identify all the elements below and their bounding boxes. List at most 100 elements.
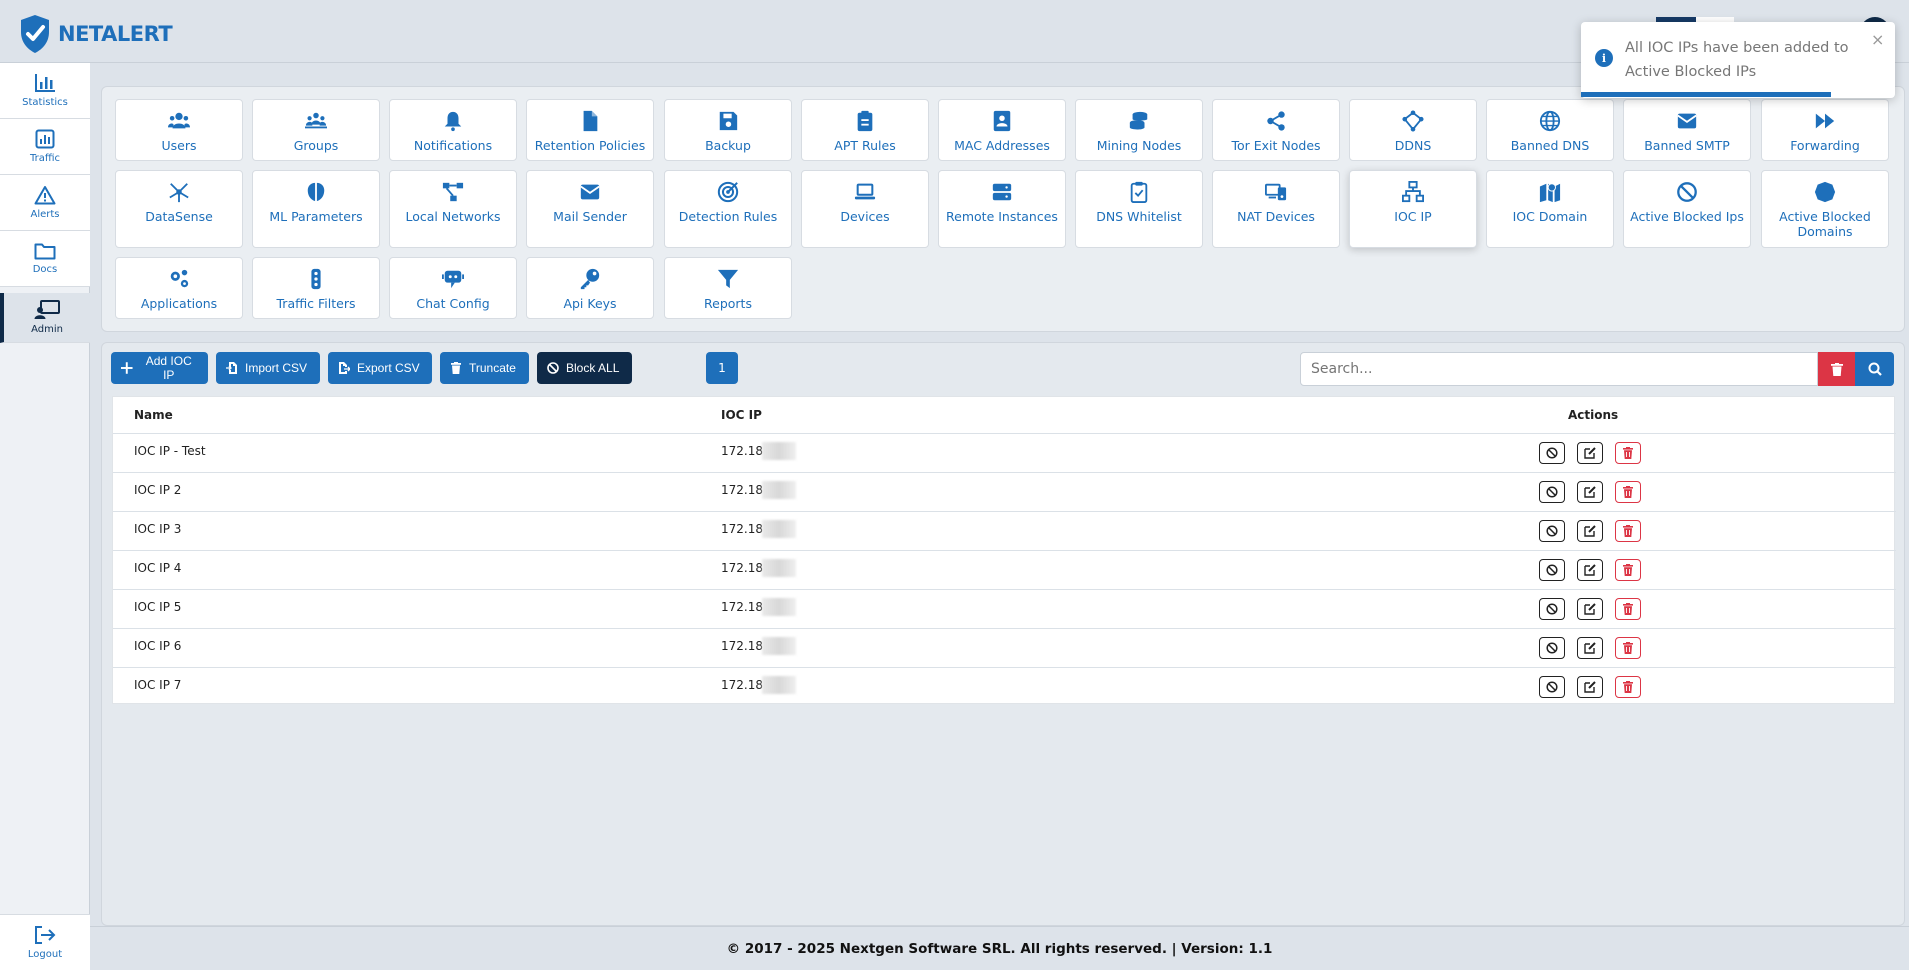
tile-mac-addresses[interactable]: MAC Addresses bbox=[938, 99, 1066, 161]
block-ip-button[interactable] bbox=[1539, 559, 1565, 581]
tile-ddns[interactable]: DDNS bbox=[1349, 99, 1477, 161]
tile-chat-config[interactable]: Chat Config bbox=[389, 257, 517, 319]
tile-label: APT Rules bbox=[834, 138, 896, 153]
info-icon: i bbox=[1595, 49, 1613, 67]
edit-ip-button[interactable] bbox=[1577, 481, 1603, 503]
tile-apt-rules[interactable]: APT Rules bbox=[801, 99, 929, 161]
logout-button[interactable]: Logout bbox=[0, 914, 90, 970]
search-input[interactable] bbox=[1300, 352, 1818, 386]
sidebar-item-admin[interactable]: Admin bbox=[0, 293, 90, 343]
block-ip-button[interactable] bbox=[1539, 520, 1565, 542]
delete-ip-button[interactable] bbox=[1615, 520, 1641, 542]
block-ip-button[interactable] bbox=[1539, 598, 1565, 620]
export-csv-button[interactable]: Export CSV bbox=[328, 352, 432, 384]
network-icon bbox=[1402, 110, 1424, 132]
tile-tor-exit-nodes[interactable]: Tor Exit Nodes bbox=[1212, 99, 1340, 161]
users-icon bbox=[168, 112, 190, 129]
edit-ip-button[interactable] bbox=[1577, 559, 1603, 581]
edit-ip-button[interactable] bbox=[1577, 598, 1603, 620]
table-row: IOC IP 2 172.18 bbox=[113, 472, 1896, 511]
edit-ip-button[interactable] bbox=[1577, 676, 1603, 698]
tile-label: Active Blocked Ips bbox=[1630, 209, 1744, 224]
sidebar-item-traffic[interactable]: Traffic bbox=[0, 119, 90, 175]
tile-backup[interactable]: Backup bbox=[664, 99, 792, 161]
toast-message: All IOC IPs have been added to Active Bl… bbox=[1625, 40, 1849, 80]
tile-api-keys[interactable]: Api Keys bbox=[526, 257, 654, 319]
clear-search-button[interactable] bbox=[1818, 352, 1855, 386]
sidebar-item-statistics[interactable]: Statistics bbox=[0, 63, 90, 119]
tile-retention-policies[interactable]: Retention Policies bbox=[526, 99, 654, 161]
block-ip-button[interactable] bbox=[1539, 442, 1565, 464]
tile-banned-dns[interactable]: Banned DNS bbox=[1486, 99, 1614, 161]
tile-users[interactable]: Users bbox=[115, 99, 243, 161]
delete-ip-button[interactable] bbox=[1615, 676, 1641, 698]
delete-ip-button[interactable] bbox=[1615, 598, 1641, 620]
tile-dns-whitelist[interactable]: DNS Whitelist bbox=[1075, 170, 1203, 248]
trash-icon bbox=[1623, 564, 1633, 576]
table-row: IOC IP 7 172.18 bbox=[113, 667, 1896, 706]
tile-notifications[interactable]: Notifications bbox=[389, 99, 517, 161]
ban-icon bbox=[1546, 642, 1558, 654]
tile-applications[interactable]: Applications bbox=[115, 257, 243, 319]
column-header-ioc-ip[interactable]: IOC IP bbox=[721, 397, 762, 433]
tile-detection-rules[interactable]: Detection Rules bbox=[664, 170, 792, 248]
block-ip-button[interactable] bbox=[1539, 637, 1565, 659]
tile-active-blocked-ips[interactable]: Active Blocked Ips bbox=[1623, 170, 1751, 248]
tile-datasense[interactable]: DataSense bbox=[115, 170, 243, 248]
map-icon bbox=[1539, 183, 1561, 203]
tile-devices[interactable]: Devices bbox=[801, 170, 929, 248]
truncate-button[interactable]: Truncate bbox=[440, 352, 529, 384]
add-ioc-ip-button[interactable]: Add IOC IP bbox=[111, 352, 208, 384]
block-ip-button[interactable] bbox=[1539, 676, 1565, 698]
tile-label: DataSense bbox=[145, 209, 213, 224]
edit-icon bbox=[1584, 525, 1596, 537]
ban-icon bbox=[1546, 681, 1558, 693]
tile-remote-instances[interactable]: Remote Instances bbox=[938, 170, 1066, 248]
sidebar-item-alerts[interactable]: Alerts bbox=[0, 175, 90, 231]
edit-ip-button[interactable] bbox=[1577, 520, 1603, 542]
tile-local-networks[interactable]: Local Networks bbox=[389, 170, 517, 248]
sidebar-item-docs[interactable]: Docs bbox=[0, 231, 90, 287]
tile-ioc-ip[interactable]: IOC IP bbox=[1349, 170, 1477, 248]
tile-mail-sender[interactable]: Mail Sender bbox=[526, 170, 654, 248]
tile-reports[interactable]: Reports bbox=[664, 257, 792, 319]
tile-banned-smtp[interactable]: Banned SMTP bbox=[1623, 99, 1751, 161]
ban-icon bbox=[1546, 603, 1558, 615]
toast-progress-bar bbox=[1581, 92, 1831, 97]
sidebar-item-label: Docs bbox=[32, 264, 58, 275]
tile-groups[interactable]: Groups bbox=[252, 99, 380, 161]
tile-mining-nodes[interactable]: Mining Nodes bbox=[1075, 99, 1203, 161]
tile-nat-devices[interactable]: NAT Devices bbox=[1212, 170, 1340, 248]
table-row: IOC IP 6 172.18 bbox=[113, 628, 1896, 667]
logout-label: Logout bbox=[27, 949, 63, 960]
edit-ip-button[interactable] bbox=[1577, 442, 1603, 464]
delete-ip-button[interactable] bbox=[1615, 442, 1641, 464]
tile-forwarding[interactable]: Forwarding bbox=[1761, 99, 1889, 161]
chat-bot-icon bbox=[442, 270, 464, 289]
block-all-button[interactable]: Block ALL bbox=[537, 352, 632, 384]
cogs-icon bbox=[170, 269, 189, 288]
tile-label: Devices bbox=[840, 209, 890, 224]
table-row: IOC IP 4 172.18 bbox=[113, 550, 1896, 589]
logo[interactable]: NETALERT bbox=[18, 14, 173, 54]
folder-icon bbox=[34, 243, 56, 260]
row-name: IOC IP 7 bbox=[134, 678, 182, 692]
search-button[interactable] bbox=[1855, 352, 1894, 386]
column-header-name[interactable]: Name bbox=[134, 397, 173, 433]
tile-active-blocked-domains[interactable]: Active Blocked Domains bbox=[1761, 170, 1889, 248]
toast-close-icon[interactable]: × bbox=[1871, 30, 1884, 49]
pagination-page-1[interactable]: 1 bbox=[706, 352, 738, 384]
tile-ml-parameters[interactable]: ML Parameters bbox=[252, 170, 380, 248]
tile-ioc-domain[interactable]: IOC Domain bbox=[1486, 170, 1614, 248]
redacted-ip-segment bbox=[762, 559, 796, 577]
trash-icon bbox=[1623, 603, 1633, 615]
delete-ip-button[interactable] bbox=[1615, 481, 1641, 503]
row-ioc-ip: 172.18 bbox=[721, 678, 763, 692]
tile-traffic-filters[interactable]: Traffic Filters bbox=[252, 257, 380, 319]
delete-ip-button[interactable] bbox=[1615, 559, 1641, 581]
key-icon bbox=[580, 268, 600, 290]
import-csv-button[interactable]: Import CSV bbox=[216, 352, 320, 384]
block-ip-button[interactable] bbox=[1539, 481, 1565, 503]
delete-ip-button[interactable] bbox=[1615, 637, 1641, 659]
edit-ip-button[interactable] bbox=[1577, 637, 1603, 659]
